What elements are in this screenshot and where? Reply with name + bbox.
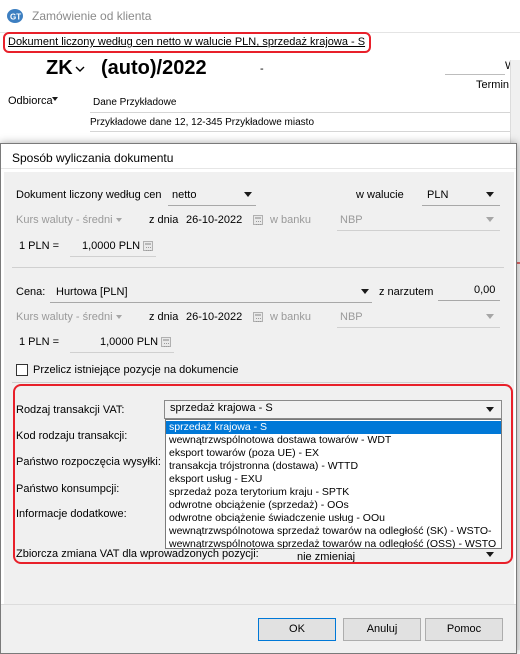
background-rule bbox=[90, 112, 510, 113]
conversion-2-underline bbox=[70, 352, 174, 353]
rate-type-1[interactable]: Kurs waluty - średni bbox=[16, 214, 113, 226]
rate-date-2-label: z dnia bbox=[149, 311, 179, 323]
currency-underline bbox=[422, 205, 500, 206]
dialog-title: Sposób wyliczania dokumentu bbox=[12, 151, 174, 165]
rate-bank-2[interactable]: NBP bbox=[340, 311, 363, 323]
rate-bank-2-label: w banku bbox=[270, 311, 311, 323]
price-underline bbox=[50, 302, 372, 303]
rate-date-2[interactable]: 26-10-2022 bbox=[186, 311, 242, 323]
currency-select[interactable]: PLN bbox=[427, 189, 448, 201]
currency-label: w walucie bbox=[356, 189, 404, 201]
price-label: Cena: bbox=[16, 286, 46, 298]
svg-text:GT: GT bbox=[10, 13, 21, 22]
background-window-title: Zamówienie od klienta bbox=[32, 9, 152, 23]
rate-type-1-dropdown-icon[interactable] bbox=[116, 218, 122, 222]
currency-dropdown-icon[interactable] bbox=[486, 192, 494, 197]
vat-section-highlight bbox=[13, 384, 513, 564]
help-button[interactable]: Pomoc bbox=[425, 618, 503, 641]
ok-button[interactable]: OK bbox=[258, 618, 336, 641]
calculator-icon[interactable] bbox=[161, 337, 171, 347]
document-number: (auto)/2022 bbox=[101, 57, 207, 79]
background-rule bbox=[445, 74, 505, 75]
markup-value[interactable]: 0,00 bbox=[474, 284, 495, 296]
calendar-icon[interactable] bbox=[253, 215, 263, 225]
recalculate-checkbox[interactable] bbox=[16, 364, 28, 376]
section-divider bbox=[12, 382, 504, 383]
recipient-label[interactable]: Odbiorca bbox=[8, 95, 53, 107]
recalculate-label[interactable]: Przelicz istniejące pozycje na dokumenci… bbox=[33, 364, 238, 376]
rate-bank-1-dropdown-icon[interactable] bbox=[486, 217, 494, 222]
rate-bank-1[interactable]: NBP bbox=[340, 214, 363, 226]
rate-date-1[interactable]: 26-10-2022 bbox=[186, 214, 242, 226]
price-basis-select[interactable]: netto bbox=[172, 189, 196, 201]
calculator-icon[interactable] bbox=[143, 241, 153, 251]
conversion-2-value[interactable]: 1,0000 PLN bbox=[100, 336, 158, 348]
rate-bank-2-underline bbox=[337, 327, 500, 328]
rate-bank-1-label: w banku bbox=[270, 214, 311, 226]
price-select[interactable]: Hurtowa [PLN] bbox=[56, 286, 128, 298]
conversion-1-underline bbox=[70, 256, 156, 257]
conversion-1-value[interactable]: 1,0000 PLN bbox=[82, 240, 140, 252]
document-number-dash: - bbox=[260, 63, 264, 75]
rate-bank-1-underline bbox=[337, 230, 500, 231]
document-prefix[interactable]: ZK bbox=[46, 57, 73, 80]
markup-label: z narzutem bbox=[379, 286, 434, 298]
rate-type-2-dropdown-icon[interactable] bbox=[116, 315, 122, 319]
rate-date-1-label: z dnia bbox=[149, 214, 179, 226]
info-bar-highlight bbox=[3, 32, 371, 53]
rate-bank-2-dropdown-icon[interactable] bbox=[486, 314, 494, 319]
conversion-2-label: 1 PLN = bbox=[19, 336, 60, 348]
app-logo-icon: GT bbox=[7, 9, 23, 23]
document-prefix-chevron-icon[interactable] bbox=[75, 64, 85, 74]
conversion-1-label: 1 PLN = bbox=[19, 240, 60, 252]
price-dropdown-icon[interactable] bbox=[361, 289, 369, 294]
markup-underline bbox=[438, 300, 500, 301]
price-basis-label: Dokument liczony według cen bbox=[16, 189, 162, 201]
section-divider bbox=[12, 267, 504, 268]
recipient-address: Przykładowe dane 12, 12-345 Przykładowe … bbox=[90, 117, 315, 128]
recipient-dropdown-icon[interactable] bbox=[52, 96, 61, 104]
price-basis-underline bbox=[168, 205, 256, 206]
calendar-icon[interactable] bbox=[253, 312, 263, 322]
rate-type-2[interactable]: Kurs waluty - średni bbox=[16, 311, 113, 323]
background-rule bbox=[90, 131, 510, 132]
cancel-button[interactable]: Anuluj bbox=[343, 618, 421, 641]
price-basis-dropdown-icon[interactable] bbox=[244, 192, 252, 197]
recipient-name: Dane Przykładowe bbox=[93, 97, 177, 108]
dialog-title-divider bbox=[1, 168, 516, 169]
